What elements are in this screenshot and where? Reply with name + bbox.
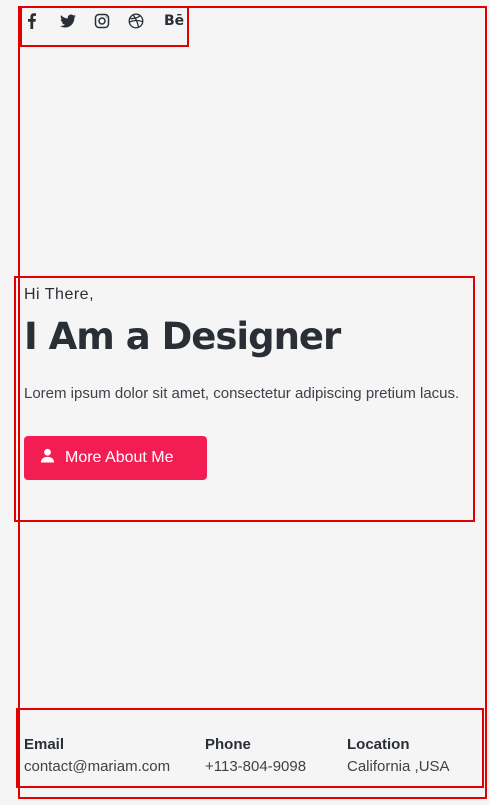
twitter-icon[interactable] xyxy=(58,11,78,31)
hero-headline: I Am a Designer xyxy=(24,315,341,358)
email-value[interactable]: contact@mariam.com xyxy=(24,757,170,777)
contact-phone: Phone +113-804-9098 xyxy=(205,735,306,777)
location-label: Location xyxy=(347,736,410,753)
behance-icon[interactable]: Bē xyxy=(160,11,184,31)
greeting-text: Hi There, xyxy=(24,286,95,303)
more-about-me-label: More About Me xyxy=(65,449,174,466)
dribbble-icon[interactable] xyxy=(126,11,146,31)
hero-description: Lorem ipsum dolor sit amet, consectetur … xyxy=(24,385,460,402)
page: Bē Hi There, I Am a Designer Lorem ipsum… xyxy=(0,0,490,805)
location-value: California ,USA xyxy=(347,758,450,775)
instagram-icon[interactable] xyxy=(92,11,112,31)
more-about-me-button[interactable]: More About Me xyxy=(24,436,207,480)
phone-value[interactable]: +113-804-9098 xyxy=(205,757,306,777)
user-icon xyxy=(40,448,55,468)
contact-location: Location California ,USA xyxy=(347,735,450,777)
contact-email: Email contact@mariam.com xyxy=(24,735,170,777)
social-links: Bē xyxy=(24,11,184,31)
email-label: Email xyxy=(24,736,65,753)
hero-section: Hi There, I Am a Designer Lorem ipsum do… xyxy=(24,284,464,480)
phone-label: Phone xyxy=(205,736,251,753)
facebook-icon[interactable] xyxy=(24,11,44,31)
